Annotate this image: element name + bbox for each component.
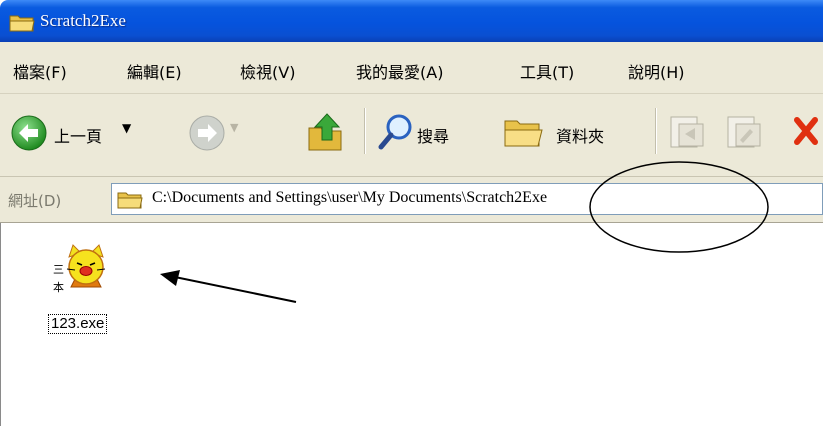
- annotation-ellipse: [589, 161, 769, 253]
- annotation-arrow-line: [169, 275, 297, 303]
- annotation-arrow-head: [160, 270, 180, 286]
- annotation-overlay: [160, 161, 769, 303]
